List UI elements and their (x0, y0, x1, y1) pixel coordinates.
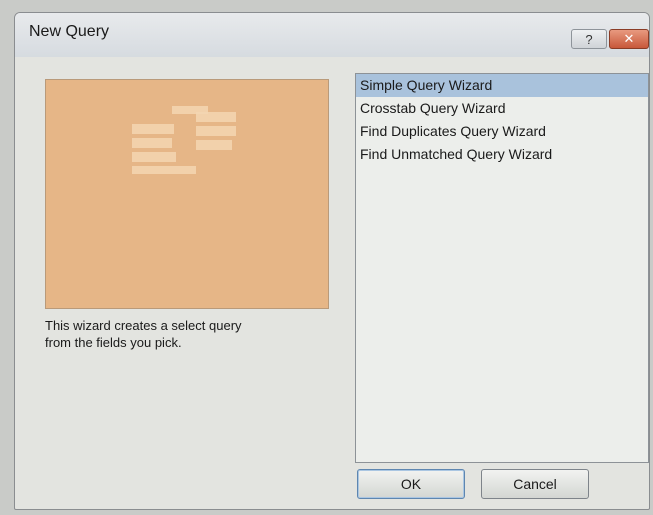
wizard-item-find-duplicates[interactable]: Find Duplicates Query Wizard (356, 120, 648, 143)
wizard-preview-image (45, 79, 329, 309)
title-bar[interactable]: New Query ? ✕ (15, 13, 649, 57)
preview-block (196, 126, 236, 136)
description-line: from the fields you pick. (45, 335, 182, 350)
wizard-item-simple-query[interactable]: Simple Query Wizard (356, 74, 648, 97)
close-icon: ✕ (623, 31, 635, 46)
wizard-description: This wizard creates a select query from … (45, 317, 345, 351)
wizard-item-find-unmatched[interactable]: Find Unmatched Query Wizard (356, 143, 648, 166)
new-query-dialog: New Query ? ✕ This wizard creates a sele… (14, 12, 650, 510)
wizard-item-crosstab-query[interactable]: Crosstab Query Wizard (356, 97, 648, 120)
close-button[interactable]: ✕ (609, 29, 649, 49)
preview-block (196, 140, 232, 150)
preview-block (196, 112, 236, 122)
help-button[interactable]: ? (571, 29, 607, 49)
description-line: This wizard creates a select query (45, 318, 242, 333)
wizard-list[interactable]: Simple Query Wizard Crosstab Query Wizar… (355, 73, 649, 463)
preview-block (132, 138, 172, 148)
preview-block (132, 124, 174, 134)
ok-button[interactable]: OK (357, 469, 465, 499)
preview-block (132, 166, 196, 174)
dialog-title: New Query (29, 23, 110, 40)
preview-block (132, 152, 176, 162)
cancel-button[interactable]: Cancel (481, 469, 589, 499)
